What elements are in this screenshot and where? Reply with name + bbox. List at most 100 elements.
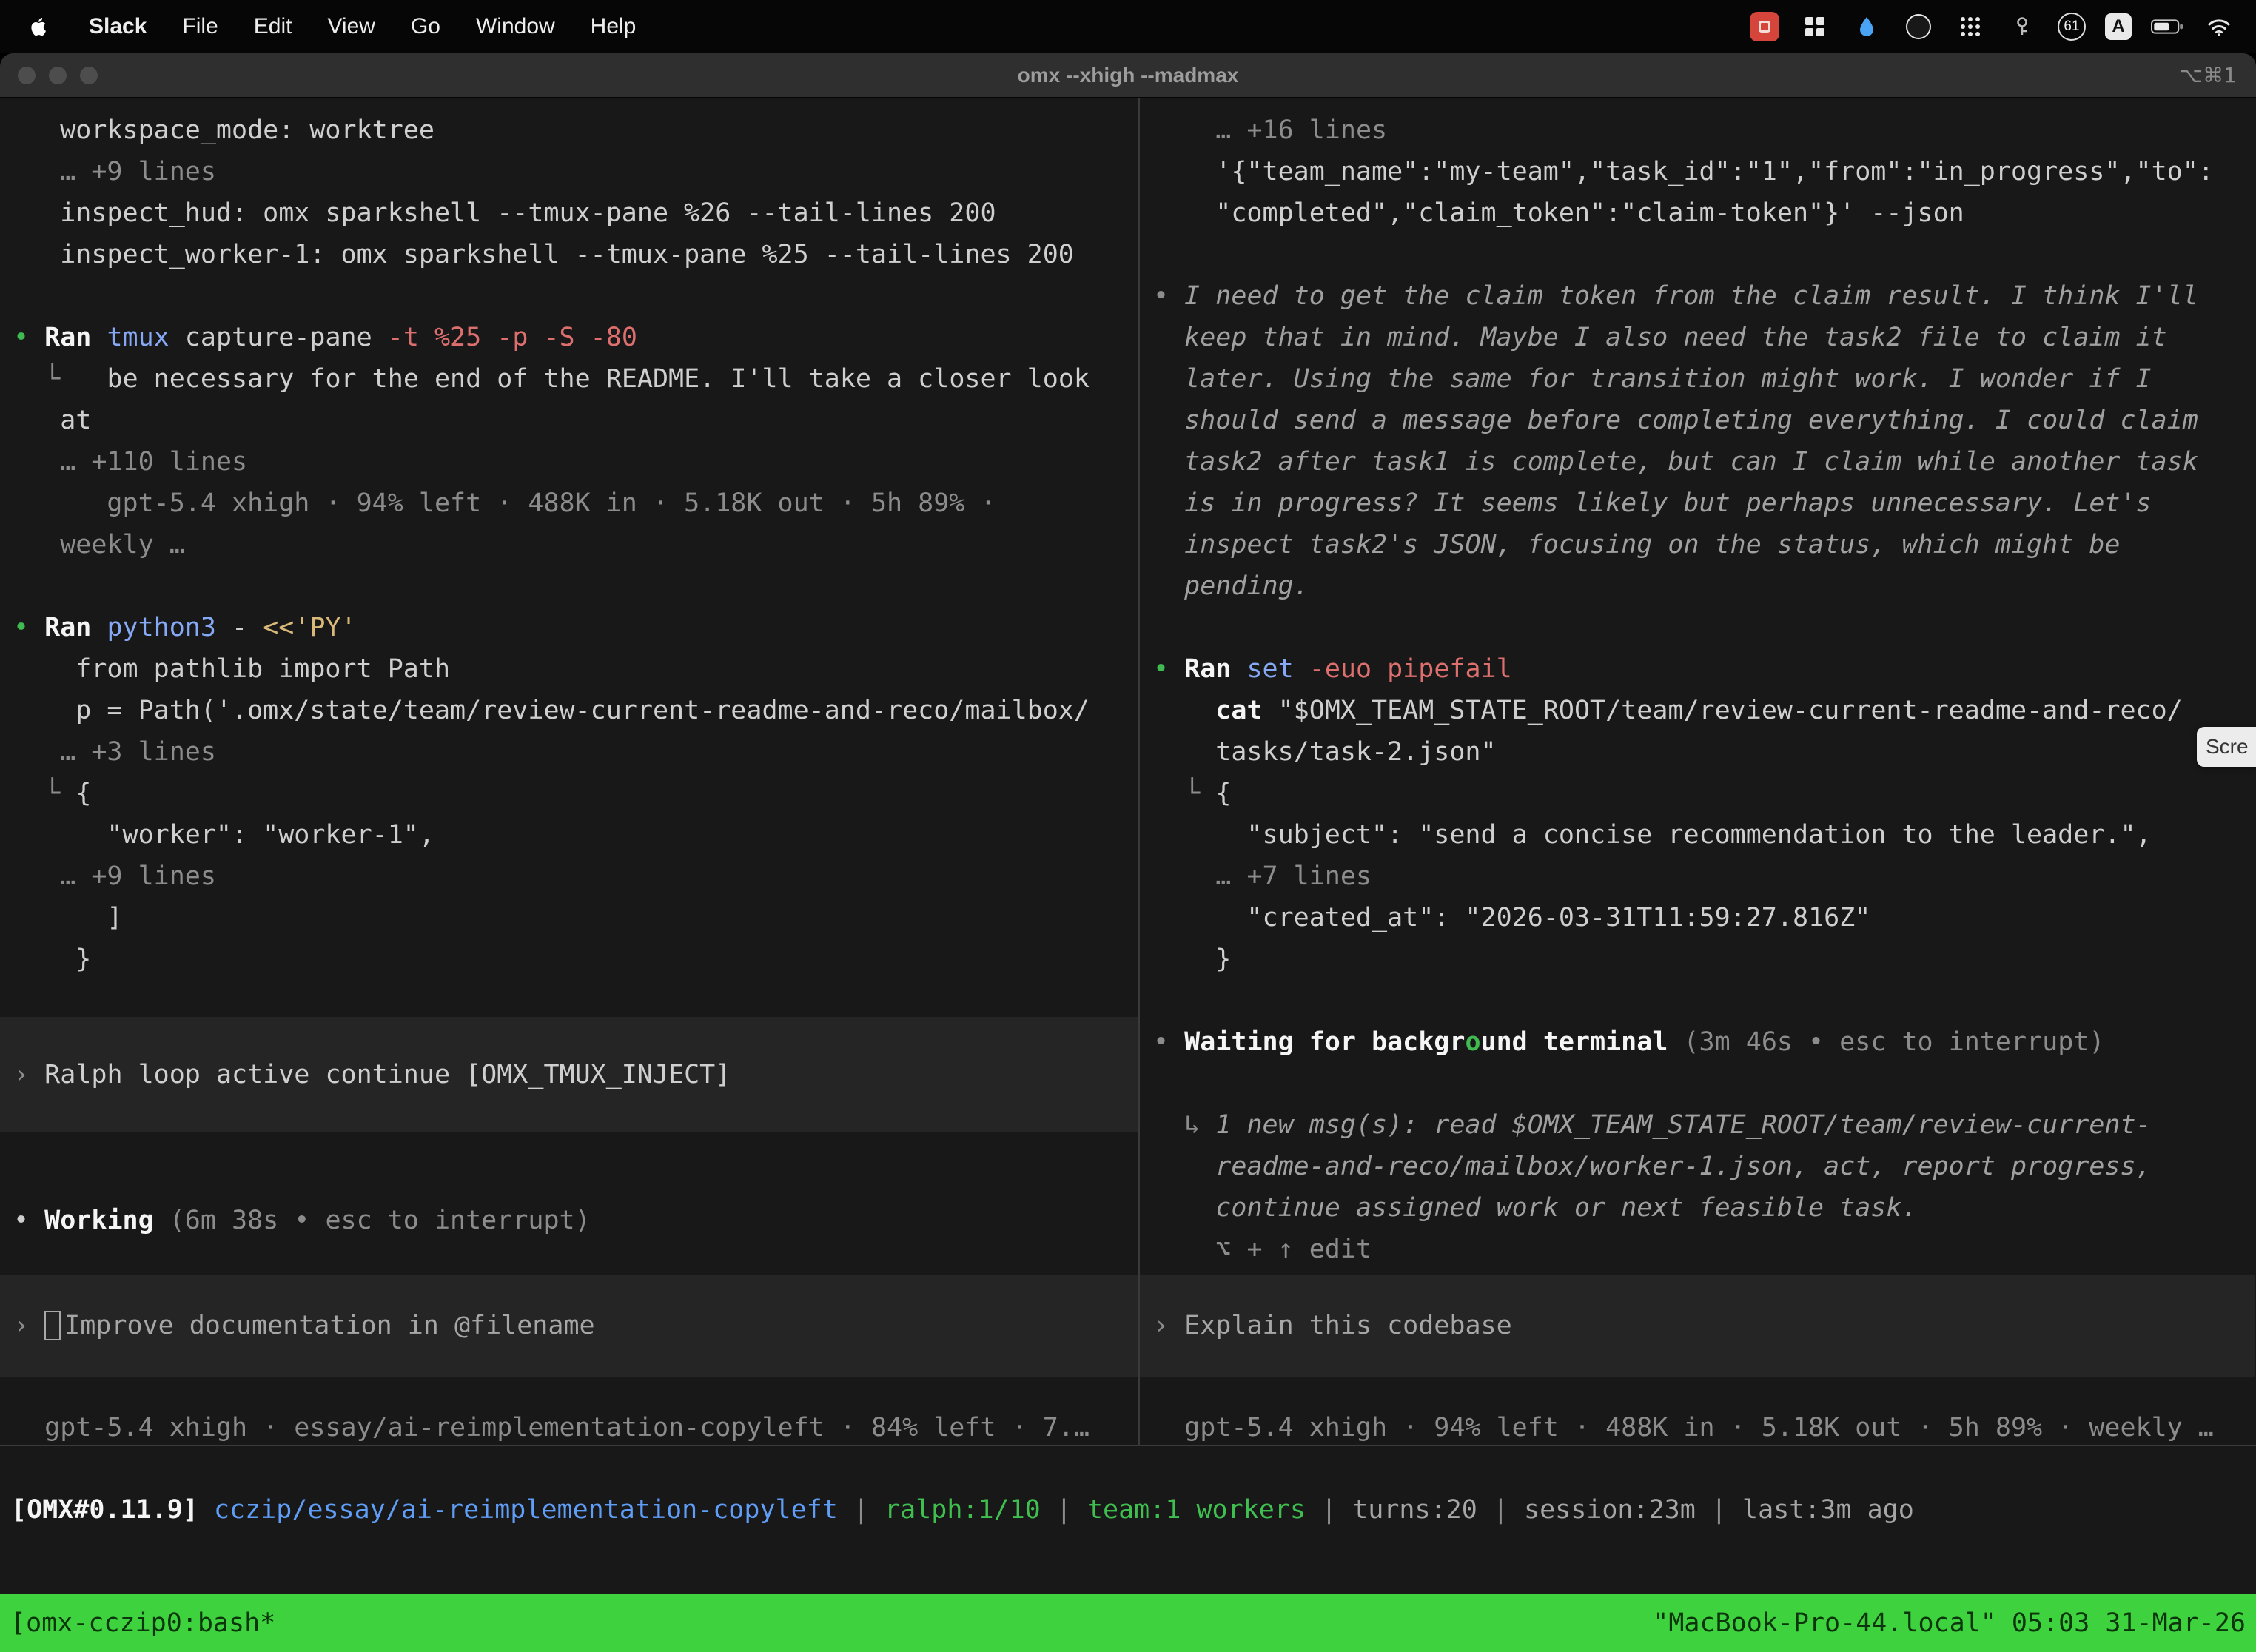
terminal-line: readme-and-reco/mailbox/worker-1.json, a…	[1140, 1146, 2255, 1187]
menu-app-name[interactable]: Slack	[71, 14, 164, 39]
terminal-line: ↳ 1 new msg(s): read $OMX_TEAM_STATE_ROO…	[1140, 1104, 2255, 1146]
menu-go[interactable]: Go	[393, 14, 458, 39]
terminal-text: ›	[1153, 1311, 1184, 1340]
terminal-text: capture-pane	[185, 323, 388, 352]
terminal-text: "subject": "send a concise recommendatio…	[1153, 820, 2152, 850]
terminal-text: "completed","claim_token":"claim-token"}…	[1153, 198, 1964, 228]
terminal-text: cczip/essay/ai-reimplementation-copyleft	[214, 1495, 838, 1525]
composer-input-right[interactable]: › Explain this codebase	[1140, 1275, 2255, 1377]
terminal-text: gpt-5.4 xhigh · essay/ai-reimplementatio…	[13, 1413, 1090, 1443]
terminal-line: "created_at": "2026-03-31T11:59:27.816Z"	[1140, 897, 2255, 939]
minimize-button[interactable]	[49, 67, 67, 84]
terminal-line: cat "$OMX_TEAM_STATE_ROOT/team/review-cu…	[1140, 690, 2255, 731]
terminal-text: ralph:1/10	[884, 1495, 1041, 1525]
window-title: omx --xhigh --madmax	[0, 64, 2256, 87]
terminal-text: workspace_mode: worktree	[13, 115, 434, 145]
terminal-line: … +16 lines	[1140, 110, 2255, 151]
terminal-text: |	[1477, 1495, 1524, 1525]
composer-input-left[interactable]: › Improve documentation in @filename	[0, 1275, 1138, 1377]
terminal-text: Improve documentation in @filename	[64, 1311, 594, 1340]
menu-help[interactable]: Help	[573, 14, 654, 39]
screen-share-popover-text: Scre	[2206, 735, 2249, 759]
terminal-text	[1153, 862, 1215, 891]
terminal-text: ›	[13, 1060, 44, 1089]
terminal-text: later. Using the same for transition mig…	[1184, 364, 2151, 394]
apple-menu-icon[interactable]	[31, 16, 49, 37]
terminal-line: └ {	[0, 773, 1138, 814]
terminal-text: … +16 lines	[1215, 115, 1387, 145]
text-cursor	[44, 1311, 61, 1340]
terminal-text: [OMX#0.11.9]	[11, 1495, 214, 1525]
terminal-line: should send a message before completing …	[1140, 400, 2255, 441]
terminal-text: … +3 lines	[60, 737, 216, 767]
terminal-text: p = Path('.omx/state/team/review-current…	[13, 696, 1090, 725]
terminal-text	[1153, 1152, 1215, 1181]
zoom-button[interactable]	[80, 67, 98, 84]
terminal-window: omx --xhigh --madmax ⌥⌘1 workspace_mode:…	[0, 53, 2256, 1652]
ralph-inject-input[interactable]: › Ralph loop active continue [OMX_TMUX_I…	[0, 1017, 1138, 1132]
terminal-text: team:1 workers	[1087, 1495, 1306, 1525]
terminal-text: •	[13, 323, 44, 352]
window-title-bar[interactable]: omx --xhigh --madmax ⌥⌘1	[0, 53, 2256, 98]
ghostty-icon[interactable]	[1902, 10, 1935, 43]
battery-icon[interactable]	[2151, 10, 2183, 43]
terminal-text	[1153, 571, 1184, 601]
battery-percent-badge[interactable]: 61	[2058, 13, 2086, 41]
terminal-line: gpt-5.4 xhigh · essay/ai-reimplementatio…	[0, 1407, 1138, 1445]
terminal-line: … +3 lines	[0, 731, 1138, 773]
screen-share-popover[interactable]: Scre	[2197, 727, 2256, 767]
spacer	[0, 1241, 1138, 1275]
terminal-line: continue assigned work or next feasible …	[1140, 1187, 2255, 1229]
terminal-line: • Ran tmux capture-pane -t %25 -p -S -80	[0, 317, 1138, 358]
terminal-line: • Waiting for background terminal (3m 46…	[1140, 1021, 2255, 1063]
terminal-line: … +9 lines	[0, 151, 1138, 192]
terminal-text: be necessary for the end of the README. …	[60, 364, 1090, 394]
terminal-text: I need to get the claim token from the c…	[1184, 281, 2198, 311]
terminal-text: -t %25 -p -S -80	[388, 323, 637, 352]
terminal-text: turns:20	[1352, 1495, 1477, 1525]
terminal-line	[0, 275, 1138, 317]
terminal-text: }	[13, 944, 91, 974]
terminal-line	[1140, 607, 2255, 648]
spacer	[0, 980, 1138, 1017]
apps-grid-icon[interactable]	[1954, 10, 1987, 43]
terminal-text: … +9 lines	[60, 157, 216, 187]
tmux-status-bar: [omx-cczip0:bash* "MacBook-Pro-44.local"…	[0, 1594, 2256, 1652]
terminal-text: readme-and-reco/mailbox/worker-1.json, a…	[1215, 1152, 2151, 1181]
tmux-pane-left[interactable]: workspace_mode: worktree … +9 lines insp…	[0, 98, 1138, 1445]
terminal-line: task2 after task1 is complete, but can I…	[1140, 441, 2255, 483]
terminal-text	[1153, 530, 1184, 560]
window-grid-icon[interactable]	[1799, 10, 1831, 43]
menu-view[interactable]: View	[309, 14, 392, 39]
menu-file[interactable]: File	[164, 14, 235, 39]
terminal-text: is in progress? It seems likely but perh…	[1184, 488, 2151, 518]
terminal-text: inspect task2's JSON, focusing on the st…	[1184, 530, 2120, 560]
terminal-line	[0, 565, 1138, 607]
screen-recording-indicator[interactable]	[1750, 12, 1779, 41]
terminal-line: … +9 lines	[0, 856, 1138, 897]
terminal-line: … +110 lines	[0, 441, 1138, 483]
omx-status-bar: [OMX#0.11.9] cczip/essay/ai-reimplementa…	[0, 1489, 2256, 1531]
tmux-pane-right[interactable]: … +16 lines '{"team_name":"my-team","tas…	[1138, 98, 2255, 1445]
menu-window[interactable]: Window	[458, 14, 573, 39]
spacer	[0, 1132, 1138, 1200]
wifi-icon[interactable]	[2203, 10, 2235, 43]
terminal-text: Explain this codebase	[1184, 1311, 1512, 1340]
terminal-text: └	[1184, 779, 1215, 808]
terminal-text: und terminal	[1481, 1027, 1684, 1057]
terminal-line	[1140, 234, 2255, 275]
terminal-line: tasks/task-2.json"	[1140, 731, 2255, 773]
droplet-icon[interactable]	[1850, 10, 1883, 43]
terminal-content: workspace_mode: worktree … +9 lines insp…	[0, 98, 2256, 1446]
terminal-text: python3	[107, 613, 232, 642]
input-source-icon[interactable]: A	[2105, 13, 2132, 40]
key-icon[interactable]	[2006, 10, 2038, 43]
terminal-text: at	[13, 406, 91, 435]
terminal-text: o	[1465, 1027, 1480, 1057]
menu-edit[interactable]: Edit	[236, 14, 310, 39]
terminal-empty-area	[0, 1531, 2256, 1594]
terminal-text	[13, 364, 44, 394]
terminal-text: weekly …	[13, 530, 185, 560]
terminal-text: gpt-5.4 xhigh · 94% left · 488K in · 5.1…	[13, 488, 996, 518]
close-button[interactable]	[18, 67, 36, 84]
